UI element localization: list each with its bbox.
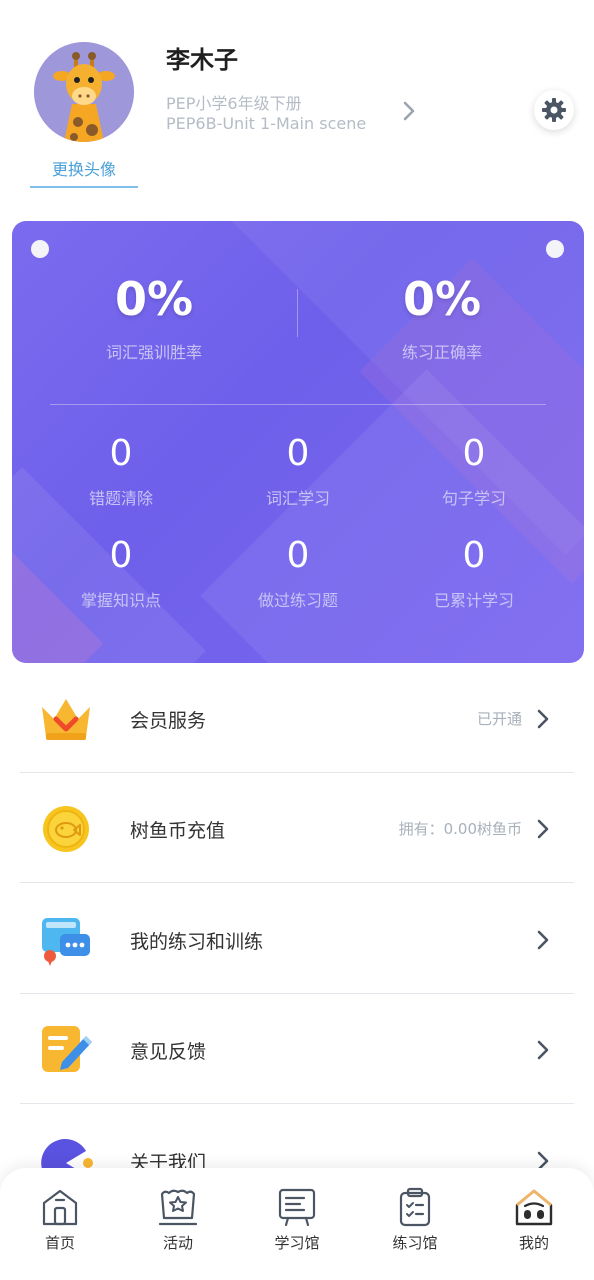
stat-value: 0% — [114, 272, 194, 326]
chat-bubbles-icon — [42, 918, 90, 966]
chevron-right-icon — [537, 709, 549, 729]
card-hole — [546, 240, 564, 258]
home-icon — [42, 1189, 78, 1226]
stat-value: 0 — [286, 433, 310, 474]
menu-item-label: 会员服务 — [130, 710, 207, 732]
practice-clipboard-icon — [399, 1187, 431, 1227]
menu-item-recharge[interactable]: 树鱼币充值 拥有：0.00树鱼币 — [20, 773, 574, 883]
menu-item-label: 我的练习和训练 — [130, 931, 264, 953]
stat-label: 词汇学习 — [265, 489, 330, 508]
menu-item-my-practice[interactable]: 我的练习和训练 — [20, 884, 574, 994]
stat-value: 0% — [402, 272, 482, 326]
nav-tab-practice-hall[interactable]: 练习馆 — [356, 1186, 474, 1253]
stat-label: 掌握知识点 — [80, 591, 161, 610]
nav-tab-label: 活动 — [162, 1234, 193, 1252]
stat-value: 0 — [286, 535, 310, 576]
stat-knowledge-mastered: 0 掌握知识点 — [26, 535, 216, 611]
nav-tab-label: 首页 — [44, 1234, 75, 1252]
textbook-name[interactable]: PEP小学6年级下册 — [166, 90, 302, 114]
chevron-right-icon — [537, 819, 549, 839]
coin-icon — [43, 806, 89, 852]
stat-value: 0 — [109, 433, 133, 474]
unit-name[interactable]: PEP6B-Unit 1-Main scene — [166, 114, 366, 133]
stat-label: 错题清除 — [88, 489, 153, 508]
coin-balance: 拥有：0.00树鱼币 — [398, 820, 522, 838]
card-hole — [31, 240, 49, 258]
stat-label: 做过练习题 — [257, 591, 338, 610]
username: 李木子 — [166, 46, 238, 74]
notepad-pencil-icon — [42, 1026, 92, 1072]
giraffe-avatar-icon — [34, 42, 134, 142]
study-board-icon — [278, 1188, 316, 1227]
stat-sentences-learned: 0 句子学习 — [379, 433, 569, 509]
stat-value: 0 — [462, 433, 486, 474]
stat-value: 0 — [462, 535, 486, 576]
settings-button[interactable] — [534, 90, 574, 130]
divider — [297, 289, 298, 337]
profile-header: 更换头像 李木子 PEP小学6年级下册 PEP6B-Unit 1-Main sc… — [0, 0, 594, 200]
nav-tab-label: 学习馆 — [274, 1234, 320, 1252]
stat-exercises-done: 0 做过练习题 — [203, 535, 393, 611]
stat-value: 0 — [109, 535, 133, 576]
gear-icon — [542, 98, 566, 122]
stat-vocab-learned: 0 词汇学习 — [203, 433, 393, 509]
menu-item-feedback[interactable]: 意见反馈 — [20, 994, 574, 1104]
bottom-nav: 首页 活动 学习馆 练习馆 我的 — [0, 1168, 594, 1280]
menu-item-label: 意见反馈 — [130, 1041, 207, 1063]
stat-wrong-cleared: 0 错题清除 — [26, 433, 216, 509]
avatar[interactable] — [34, 42, 134, 142]
change-avatar-link[interactable]: 更换头像 — [30, 156, 138, 188]
stat-practice-accuracy: 0% 练习正确率 — [312, 271, 572, 363]
stat-label: 练习正确率 — [401, 343, 482, 362]
crown-icon — [42, 699, 90, 740]
chevron-right-icon — [537, 1040, 549, 1060]
nav-tab-label: 我的 — [518, 1234, 549, 1252]
divider — [50, 404, 546, 405]
stat-total-study: 0 已累计学习 — [379, 535, 569, 611]
stat-label: 词汇强训胜率 — [105, 343, 202, 362]
nav-tab-study-hall[interactable]: 学习馆 — [238, 1186, 356, 1253]
stat-label: 句子学习 — [441, 489, 506, 508]
learning-stats-card: 0% 词汇强训胜率 0% 练习正确率 0 错题清除 0 词汇学习 0 句子学习 … — [12, 221, 584, 663]
nav-tab-mine[interactable]: 我的 — [475, 1186, 593, 1253]
menu-item-membership[interactable]: 会员服务 已开通 — [20, 663, 574, 773]
menu-item-label: 树鱼币充值 — [130, 820, 226, 842]
profile-house-icon — [515, 1189, 553, 1226]
nav-tab-label: 练习馆 — [392, 1234, 438, 1252]
stat-vocab-win-rate: 0% 词汇强训胜率 — [24, 271, 284, 363]
chevron-right-icon[interactable] — [398, 100, 420, 122]
nav-tab-home[interactable]: 首页 — [1, 1186, 119, 1253]
nav-tab-activity[interactable]: 活动 — [119, 1186, 237, 1253]
chevron-right-icon — [537, 930, 549, 950]
stat-label: 已累计学习 — [433, 591, 514, 610]
membership-status: 已开通 — [476, 710, 522, 728]
activity-icon — [158, 1189, 198, 1226]
